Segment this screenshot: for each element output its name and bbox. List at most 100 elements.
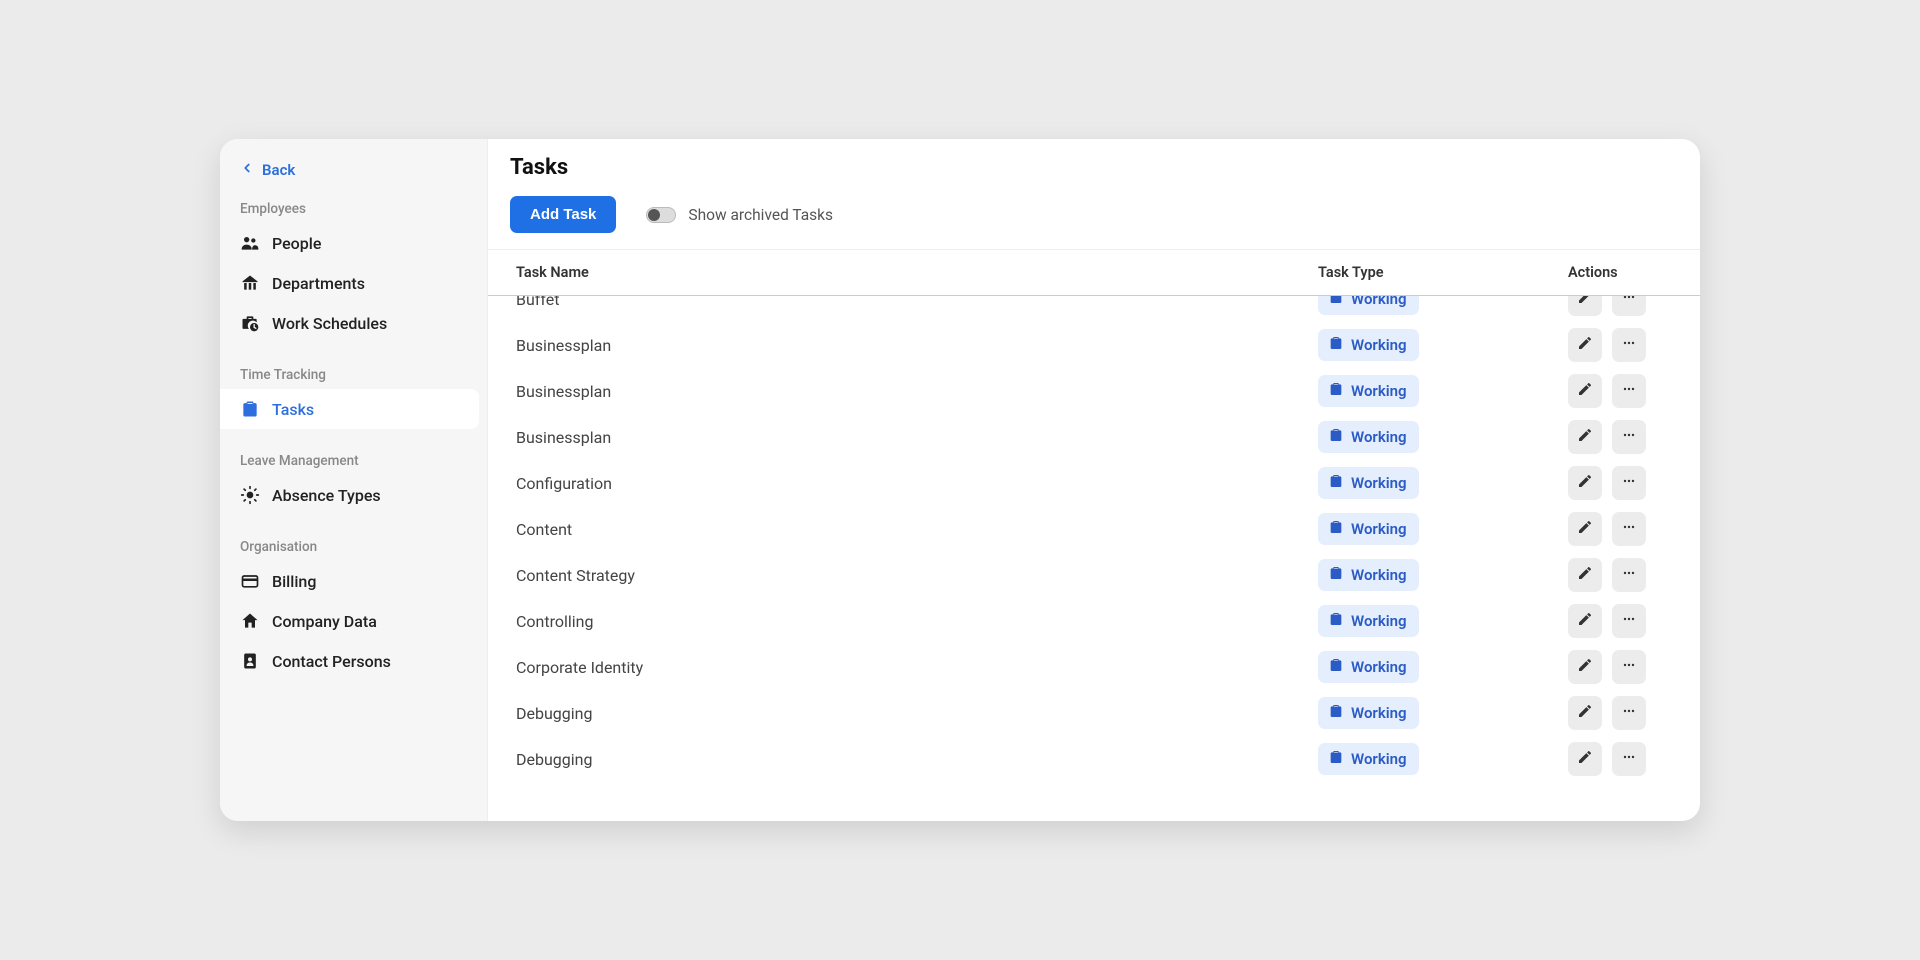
task-name: Content bbox=[510, 520, 1318, 539]
back-label: Back bbox=[262, 161, 295, 179]
task-type-label: Working bbox=[1351, 474, 1407, 492]
more-button[interactable] bbox=[1612, 650, 1646, 684]
sidebar-item-label: Billing bbox=[272, 572, 316, 591]
chevron-left-icon bbox=[240, 161, 254, 179]
nav-group-title: Organisation bbox=[220, 531, 487, 561]
edit-button[interactable] bbox=[1568, 650, 1602, 684]
sidebar: Back EmployeesPeopleDepartmentsWork Sche… bbox=[220, 139, 488, 821]
pencil-icon bbox=[1577, 335, 1593, 355]
edit-button[interactable] bbox=[1568, 696, 1602, 730]
task-type-cell: Working bbox=[1318, 697, 1568, 729]
task-type-cell: Working bbox=[1318, 513, 1568, 545]
task-type-label: Working bbox=[1351, 750, 1407, 768]
edit-button[interactable] bbox=[1568, 420, 1602, 454]
person-badge-icon bbox=[240, 651, 260, 671]
task-type-label: Working bbox=[1351, 566, 1407, 584]
clipboard-icon bbox=[1328, 296, 1344, 309]
sidebar-item-absence-types[interactable]: Absence Types bbox=[220, 475, 487, 515]
back-link[interactable]: Back bbox=[220, 155, 487, 193]
more-button[interactable] bbox=[1612, 512, 1646, 546]
clipboard-icon bbox=[240, 399, 260, 419]
edit-button[interactable] bbox=[1568, 558, 1602, 592]
table-row: Content StrategyWorking bbox=[510, 552, 1678, 598]
task-type-label: Working bbox=[1351, 704, 1407, 722]
table-row: Debugging Working bbox=[510, 736, 1678, 782]
table-header: Task Name Task Type Actions bbox=[488, 249, 1700, 296]
home-icon bbox=[240, 611, 260, 631]
task-type-label: Working bbox=[1351, 296, 1407, 308]
sidebar-item-departments[interactable]: Departments bbox=[220, 263, 487, 303]
task-type-badge: Working bbox=[1318, 651, 1419, 683]
dots-icon bbox=[1621, 657, 1637, 677]
more-button[interactable] bbox=[1612, 328, 1646, 362]
more-button[interactable] bbox=[1612, 420, 1646, 454]
task-name: Configuration bbox=[510, 474, 1318, 493]
more-button[interactable] bbox=[1612, 742, 1646, 776]
clipboard-icon bbox=[1328, 749, 1344, 769]
dots-icon bbox=[1621, 703, 1637, 723]
more-button[interactable] bbox=[1612, 466, 1646, 500]
pencil-icon bbox=[1577, 381, 1593, 401]
nav-group-title: Time Tracking bbox=[220, 359, 487, 389]
table-body[interactable]: BuffetWorkingBusinessplanWorkingBusiness… bbox=[488, 296, 1700, 821]
task-type-label: Working bbox=[1351, 428, 1407, 446]
pencil-icon bbox=[1577, 611, 1593, 631]
dots-icon bbox=[1621, 335, 1637, 355]
edit-button[interactable] bbox=[1568, 512, 1602, 546]
column-header-actions: Actions bbox=[1568, 264, 1678, 281]
more-button[interactable] bbox=[1612, 558, 1646, 592]
task-name: Debugging bbox=[510, 750, 1318, 769]
dots-icon bbox=[1621, 427, 1637, 447]
edit-button[interactable] bbox=[1568, 374, 1602, 408]
more-button[interactable] bbox=[1612, 374, 1646, 408]
task-name: Businessplan bbox=[510, 428, 1318, 447]
nav-group-title: Leave Management bbox=[220, 445, 487, 475]
edit-button[interactable] bbox=[1568, 604, 1602, 638]
task-type-cell: Working bbox=[1318, 651, 1568, 683]
more-button[interactable] bbox=[1612, 604, 1646, 638]
row-actions bbox=[1568, 512, 1678, 546]
edit-button[interactable] bbox=[1568, 466, 1602, 500]
more-button[interactable] bbox=[1612, 696, 1646, 730]
row-actions bbox=[1568, 296, 1678, 316]
task-type-label: Working bbox=[1351, 382, 1407, 400]
task-name: Corporate Identity bbox=[510, 658, 1318, 677]
row-actions bbox=[1568, 742, 1678, 776]
table-row: ContentWorking bbox=[510, 506, 1678, 552]
sidebar-item-label: Work Schedules bbox=[272, 314, 387, 333]
clipboard-icon bbox=[1328, 427, 1344, 447]
sidebar-item-company-data[interactable]: Company Data bbox=[220, 601, 487, 641]
table-row: Businessplan Working bbox=[510, 368, 1678, 414]
task-type-badge: Working bbox=[1318, 743, 1419, 775]
task-type-cell: Working bbox=[1318, 559, 1568, 591]
edit-button[interactable] bbox=[1568, 328, 1602, 362]
briefcase-clock-icon bbox=[240, 313, 260, 333]
departments-icon bbox=[240, 273, 260, 293]
row-actions bbox=[1568, 558, 1678, 592]
edit-button[interactable] bbox=[1568, 296, 1602, 316]
sidebar-item-tasks[interactable]: Tasks bbox=[220, 389, 479, 429]
sidebar-item-billing[interactable]: Billing bbox=[220, 561, 487, 601]
sidebar-item-contact-persons[interactable]: Contact Persons bbox=[220, 641, 487, 681]
task-type-badge: Working bbox=[1318, 467, 1419, 499]
pencil-icon bbox=[1577, 703, 1593, 723]
more-button[interactable] bbox=[1612, 296, 1646, 316]
archived-toggle[interactable] bbox=[646, 207, 676, 223]
add-task-button[interactable]: Add Task bbox=[510, 196, 616, 233]
sidebar-item-label: People bbox=[272, 234, 321, 253]
clipboard-icon bbox=[1328, 611, 1344, 631]
main-header: Tasks Add Task Show archived Tasks bbox=[488, 139, 1700, 249]
clipboard-icon bbox=[1328, 657, 1344, 677]
sidebar-item-people[interactable]: People bbox=[220, 223, 487, 263]
task-type-cell: Working bbox=[1318, 329, 1568, 361]
task-type-badge: Working bbox=[1318, 329, 1419, 361]
edit-button[interactable] bbox=[1568, 742, 1602, 776]
task-type-label: Working bbox=[1351, 658, 1407, 676]
dots-icon bbox=[1621, 749, 1637, 769]
task-name: Businessplan bbox=[510, 382, 1318, 401]
sidebar-item-label: Contact Persons bbox=[272, 652, 391, 671]
dots-icon bbox=[1621, 296, 1637, 309]
clipboard-icon bbox=[1328, 565, 1344, 585]
sidebar-item-work-schedules[interactable]: Work Schedules bbox=[220, 303, 487, 343]
row-actions bbox=[1568, 696, 1678, 730]
